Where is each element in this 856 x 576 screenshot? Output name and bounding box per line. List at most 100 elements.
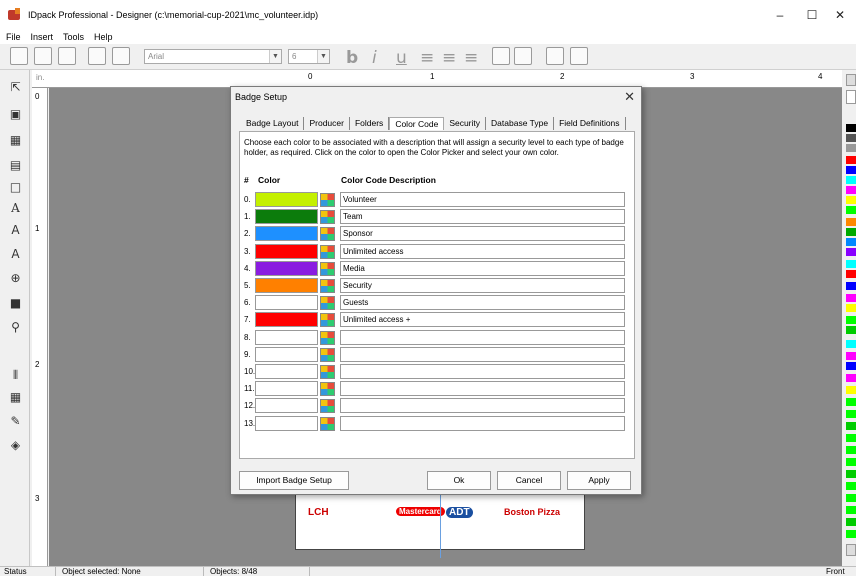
color-picker-icon[interactable]: [320, 227, 335, 242]
magnifier-icon[interactable]: ⚲: [8, 320, 23, 335]
import-badge-setup-button[interactable]: Import Badge Setup: [239, 471, 349, 490]
underline-button[interactable]: u: [396, 48, 407, 68]
color-swatch[interactable]: [846, 124, 856, 132]
color-swatch-button[interactable]: [255, 381, 318, 397]
color-swatch-button[interactable]: [255, 329, 318, 345]
color-picker-icon[interactable]: [320, 193, 335, 207]
no-color-swatch[interactable]: [846, 90, 856, 104]
italic-button[interactable]: i: [372, 48, 377, 68]
description-input[interactable]: [340, 346, 625, 362]
menu-insert[interactable]: Insert: [31, 32, 54, 42]
pen-icon[interactable]: ✎: [8, 414, 23, 429]
color-swatch[interactable]: [846, 386, 856, 394]
close-icon[interactable]: ✕: [624, 89, 635, 105]
color-swatch[interactable]: [846, 458, 856, 466]
color-swatch-button[interactable]: [255, 398, 318, 414]
color-swatch[interactable]: [846, 218, 856, 226]
color-swatch[interactable]: [846, 316, 856, 324]
menu-file[interactable]: File: [6, 32, 21, 42]
image-icon[interactable]: ▣: [8, 107, 23, 122]
color-swatch[interactable]: [846, 270, 856, 278]
color-swatch[interactable]: [846, 144, 856, 152]
tab-field-definitions[interactable]: Field Definitions: [554, 117, 626, 130]
color-picker-icon[interactable]: [320, 279, 335, 293]
color-swatch-button[interactable]: [255, 209, 318, 225]
menu-help[interactable]: Help: [94, 32, 113, 42]
save-icon[interactable]: [58, 47, 76, 65]
color-swatch[interactable]: [846, 166, 856, 174]
color-swatch[interactable]: [846, 506, 856, 514]
color-swatch[interactable]: [846, 134, 856, 142]
color-swatch[interactable]: [846, 206, 856, 214]
close-button[interactable]: ✕: [828, 8, 852, 22]
maximize-button[interactable]: ☐: [800, 8, 824, 22]
color-swatch[interactable]: [846, 326, 856, 334]
color-swatch[interactable]: [846, 352, 856, 360]
color-swatch-button[interactable]: [255, 278, 318, 293]
color-picker-icon[interactable]: [320, 416, 335, 431]
description-input[interactable]: [340, 329, 625, 345]
scroll-up-icon[interactable]: [846, 74, 856, 86]
font-select[interactable]: Arial ▼: [144, 49, 282, 64]
description-input[interactable]: Unlimited access +: [340, 312, 625, 328]
color-swatch-button[interactable]: [255, 226, 318, 242]
color-swatch-button[interactable]: [255, 243, 318, 259]
rectangle-icon[interactable]: □: [8, 180, 23, 195]
description-input[interactable]: [340, 364, 625, 379]
color-swatch[interactable]: [846, 340, 856, 348]
zoom-icon[interactable]: ⊕: [8, 271, 23, 286]
color-swatch-button[interactable]: [255, 192, 318, 207]
description-input[interactable]: [340, 415, 625, 431]
align-center-icon[interactable]: ≡: [442, 48, 456, 68]
color-swatch[interactable]: [846, 304, 856, 312]
color-picker-icon[interactable]: [320, 399, 335, 414]
color-swatch[interactable]: [846, 260, 856, 268]
font-size-select[interactable]: 6 ▼: [288, 49, 330, 64]
color-swatch[interactable]: [846, 530, 856, 538]
color-swatch[interactable]: [846, 434, 856, 442]
color-swatch[interactable]: [846, 186, 856, 194]
color-swatch[interactable]: [846, 238, 856, 246]
description-input[interactable]: Sponsor: [340, 226, 625, 242]
description-input[interactable]: Security: [340, 278, 625, 293]
photo-icon[interactable]: ▦: [8, 133, 23, 148]
color-swatch[interactable]: [846, 482, 856, 490]
color-swatch[interactable]: [846, 410, 856, 418]
field-text-icon[interactable]: A: [8, 223, 23, 238]
description-input[interactable]: Team: [340, 209, 625, 225]
tab-security[interactable]: Security: [444, 117, 487, 130]
color-picker-icon[interactable]: [320, 210, 335, 225]
multi-text-icon[interactable]: A: [8, 247, 23, 262]
tab-color-code[interactable]: Color Code: [389, 117, 445, 130]
scroll-down-icon[interactable]: [846, 544, 856, 556]
layer-front-icon[interactable]: [492, 47, 510, 65]
fingerprint-icon[interactable]: ◈: [8, 438, 23, 453]
menu-tools[interactable]: Tools: [63, 32, 84, 42]
new-file-icon[interactable]: [10, 47, 28, 65]
ok-button[interactable]: Ok: [427, 471, 491, 490]
distribute-icon[interactable]: [570, 47, 588, 65]
color-swatch[interactable]: [846, 518, 856, 526]
layer-back-icon[interactable]: [514, 47, 532, 65]
tab-badge-layout[interactable]: Badge Layout: [241, 117, 305, 130]
color-swatch[interactable]: [846, 248, 856, 256]
color-picker-icon[interactable]: [320, 330, 335, 345]
color-swatch[interactable]: [846, 196, 856, 204]
cancel-button[interactable]: Cancel: [497, 471, 561, 490]
description-input[interactable]: Media: [340, 260, 625, 276]
color-swatch[interactable]: [846, 362, 856, 370]
color-swatch[interactable]: [846, 470, 856, 478]
pointer-icon[interactable]: ⇱: [8, 80, 23, 95]
text-icon[interactable]: A: [8, 201, 23, 216]
align-right-icon[interactable]: ≡: [464, 48, 478, 68]
color-swatch-button[interactable]: [255, 260, 318, 276]
description-input[interactable]: Guests: [340, 295, 625, 311]
chevron-down-icon[interactable]: ▼: [317, 50, 329, 63]
color-swatch[interactable]: [846, 422, 856, 430]
color-swatch-button[interactable]: [255, 312, 318, 328]
bold-button[interactable]: b: [346, 48, 358, 68]
color-picker-icon[interactable]: [320, 365, 335, 379]
minimize-button[interactable]: –: [768, 8, 792, 22]
description-input[interactable]: Volunteer: [340, 192, 625, 207]
open-folder-icon[interactable]: [34, 47, 52, 65]
